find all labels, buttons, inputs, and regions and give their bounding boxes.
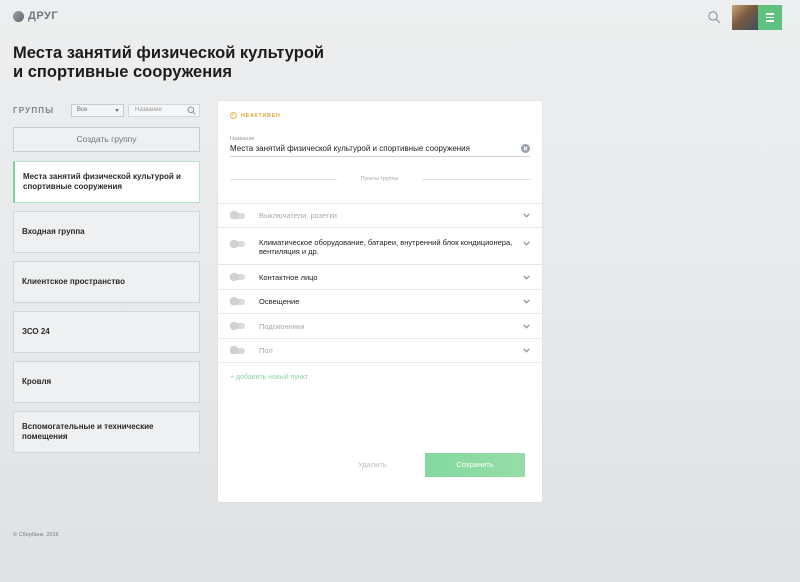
toggle-switch[interactable] xyxy=(230,346,245,354)
clear-icon[interactable] xyxy=(521,144,530,153)
group-card[interactable]: ЗСО 24 xyxy=(13,311,200,353)
search-icon[interactable] xyxy=(707,10,721,24)
name-field[interactable]: Места занятий физической культурой и спо… xyxy=(230,144,530,157)
page-title: Места занятий физической культурой и спо… xyxy=(13,44,325,81)
list-item[interactable]: Пол xyxy=(218,338,542,363)
chevron-down-icon[interactable] xyxy=(523,241,530,246)
list-item[interactable]: Климатическое оборудование, батареи, вну… xyxy=(218,227,542,264)
group-card[interactable]: Кровля xyxy=(13,361,200,403)
menu-icon xyxy=(766,13,774,15)
status-icon xyxy=(230,112,237,119)
search-icon xyxy=(187,106,196,115)
chevron-down-icon[interactable] xyxy=(523,348,530,353)
divider xyxy=(230,179,337,180)
chevron-down-icon[interactable] xyxy=(523,213,530,218)
avatar[interactable] xyxy=(732,5,758,30)
group-card[interactable]: Клиентское пространство xyxy=(13,261,200,303)
add-item-link[interactable]: + добавить новый пункт xyxy=(230,374,308,381)
groups-label: ГРУППЫ xyxy=(13,106,55,115)
logo-text: ДРУГ xyxy=(28,10,59,22)
name-field-label: Название xyxy=(230,136,255,142)
logo-icon xyxy=(13,10,24,22)
list-item[interactable]: Контактное лицо xyxy=(218,264,542,289)
list-item[interactable]: Выключатели, розетки xyxy=(218,203,542,227)
list-item[interactable]: Освещение xyxy=(218,289,542,313)
toggle-switch[interactable] xyxy=(230,297,245,305)
delete-button[interactable]: Удалить xyxy=(358,460,387,469)
group-filter-select[interactable]: Все xyxy=(71,104,124,117)
toggle-switch[interactable] xyxy=(230,272,245,281)
group-card[interactable]: Вспомогательные и технические помещения xyxy=(13,411,200,453)
toggle-switch[interactable] xyxy=(230,321,245,330)
toggle-switch[interactable] xyxy=(230,211,245,219)
save-button[interactable]: Сохранить xyxy=(425,453,525,477)
divider xyxy=(422,179,532,180)
toggle-switch[interactable] xyxy=(230,239,245,248)
list-item[interactable]: Подоконники xyxy=(218,313,542,338)
chevron-down-icon[interactable] xyxy=(523,274,530,280)
group-search-input[interactable]: Название xyxy=(128,104,200,117)
group-detail-panel: НЕАКТИВЕН Название Места занятий физичес… xyxy=(218,101,542,502)
chevron-down-icon xyxy=(115,109,119,112)
logo[interactable]: ДРУГ xyxy=(13,10,58,22)
chevron-down-icon[interactable] xyxy=(523,299,530,304)
section-label: Пункты группы xyxy=(360,176,399,182)
create-group-button[interactable]: Создать группу xyxy=(13,127,200,152)
menu-button[interactable] xyxy=(758,5,782,30)
chevron-down-icon[interactable] xyxy=(523,323,530,329)
group-card[interactable]: Входная группа xyxy=(13,211,200,253)
footer-copyright: © Сбербанк, 2016 xyxy=(13,532,59,538)
group-card[interactable]: Места занятий физической культурой и спо… xyxy=(13,161,200,203)
status-badge: НЕАКТИВЕН xyxy=(230,112,280,119)
